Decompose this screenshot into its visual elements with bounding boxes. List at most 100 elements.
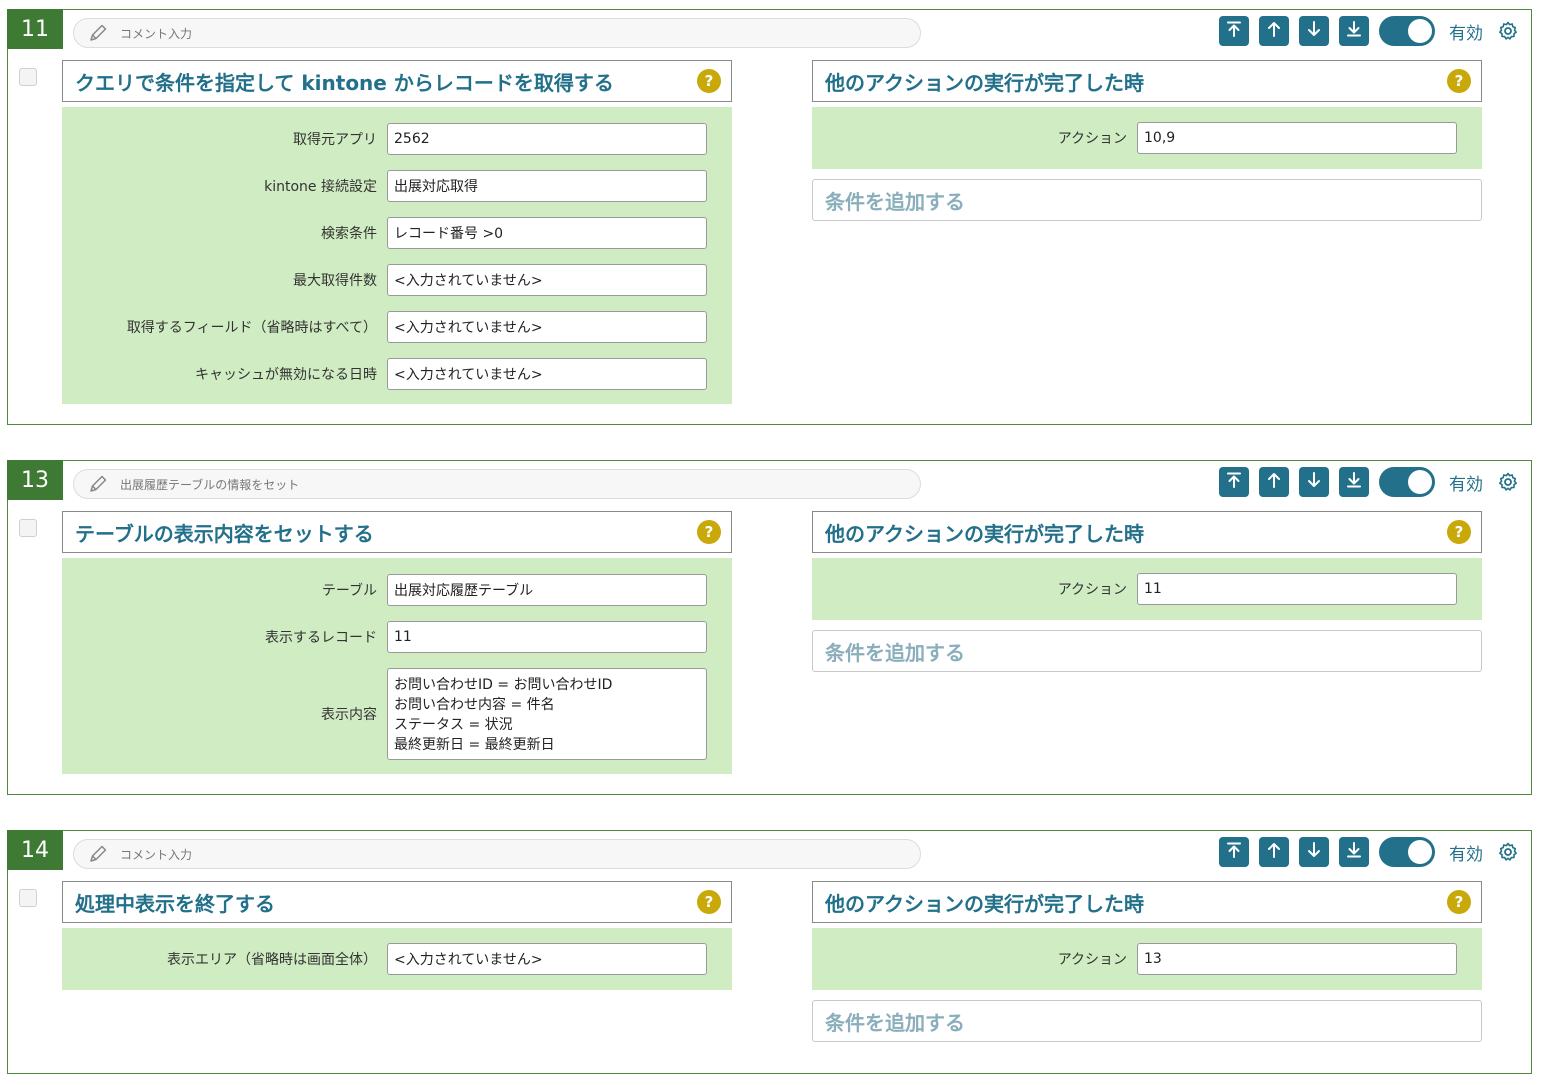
enable-toggle[interactable] — [1379, 837, 1435, 867]
action-block: 11 コメント入力 有効 クエリで条件を指定して kintone からレコードを… — [7, 9, 1532, 425]
help-icon[interactable]: ? — [697, 69, 721, 93]
comment-field[interactable]: コメント入力 — [73, 18, 921, 48]
field-textarea[interactable]: お問い合わせID = お問い合わせID お問い合わせ内容 = 件名 ステータス … — [387, 668, 707, 760]
trigger-title: 他のアクションの実行が完了した時 — [825, 521, 1144, 546]
field-label: kintone 接続設定 — [264, 179, 377, 195]
field-label: 取得するフィールド（省略時はすべて） — [126, 320, 377, 336]
field-input[interactable]: 2562 — [387, 123, 707, 155]
field-label: 取得元アプリ — [293, 132, 377, 148]
field-label: 表示するレコード — [265, 630, 377, 646]
trigger-label: アクション — [1057, 582, 1127, 598]
action-settings-panel: 取得元アプリ 2562 kintone 接続設定 出展対応取得 検索条件 レコード番号… — [62, 107, 732, 404]
block-number: 13 — [7, 460, 63, 500]
field-label: 最大取得件数 — [293, 273, 377, 289]
help-icon[interactable]: ? — [1447, 890, 1471, 914]
move-bottom-button[interactable] — [1339, 16, 1369, 46]
trigger-header[interactable]: 他のアクションの実行が完了した時 ? — [812, 511, 1482, 553]
move-top-button[interactable] — [1219, 16, 1249, 46]
action-title: テーブルの表示内容をセットする — [75, 521, 374, 546]
move-bottom-button[interactable] — [1339, 467, 1369, 497]
action-header[interactable]: 処理中表示を終了する ? — [62, 881, 732, 923]
field-label: キャッシュが無効になる日時 — [195, 367, 377, 383]
move-bottom-icon — [1345, 471, 1363, 493]
pencil-icon — [88, 23, 108, 43]
move-top-icon — [1225, 20, 1243, 42]
enabled-label: 有効 — [1449, 844, 1483, 865]
move-top-icon — [1225, 841, 1243, 863]
enabled-label: 有効 — [1449, 23, 1483, 44]
trigger-settings-panel: アクション 13 — [812, 928, 1482, 990]
field-label: 表示内容 — [321, 707, 377, 723]
add-condition-button[interactable]: 条件を追加する — [812, 1000, 1482, 1042]
move-up-button[interactable] — [1259, 16, 1289, 46]
help-icon[interactable]: ? — [697, 890, 721, 914]
trigger-label: アクション — [1057, 952, 1127, 968]
comment-field[interactable]: コメント入力 — [73, 839, 921, 869]
trigger-title: 他のアクションの実行が完了した時 — [825, 891, 1144, 916]
move-down-icon — [1305, 471, 1323, 493]
action-title: クエリで条件を指定して kintone からレコードを取得する — [75, 70, 614, 95]
help-icon[interactable]: ? — [1447, 69, 1471, 93]
move-up-icon — [1265, 20, 1283, 42]
gear-icon[interactable] — [1497, 20, 1519, 42]
move-top-button[interactable] — [1219, 837, 1249, 867]
field-input[interactable]: 出展対応履歴テーブル — [387, 574, 707, 606]
field-input[interactable]: 11 — [387, 621, 707, 653]
comment-text: コメント入力 — [120, 26, 193, 41]
enable-toggle[interactable] — [1379, 16, 1435, 46]
block-number: 11 — [7, 9, 63, 49]
enable-toggle[interactable] — [1379, 467, 1435, 497]
trigger-input[interactable]: 11 — [1137, 573, 1457, 605]
trigger-input[interactable]: 10,9 — [1137, 122, 1457, 154]
action-settings-panel: テーブル 出展対応履歴テーブル 表示するレコード 11 表示内容 お問い合わせID =… — [62, 558, 732, 774]
select-checkbox[interactable] — [19, 889, 37, 907]
help-icon[interactable]: ? — [1447, 520, 1471, 544]
move-bottom-button[interactable] — [1339, 837, 1369, 867]
action-header[interactable]: テーブルの表示内容をセットする ? — [62, 511, 732, 553]
move-bottom-icon — [1345, 20, 1363, 42]
block-toolbar: 有効 — [1209, 836, 1519, 868]
gear-icon[interactable] — [1497, 841, 1519, 863]
trigger-settings-panel: アクション 11 — [812, 558, 1482, 620]
add-condition-label: 条件を追加する — [825, 640, 965, 665]
select-checkbox[interactable] — [19, 519, 37, 537]
field-input[interactable]: <入力されていません> — [387, 943, 707, 975]
toggle-knob — [1408, 470, 1432, 494]
move-down-button[interactable] — [1299, 467, 1329, 497]
field-input[interactable]: <入力されていません> — [387, 264, 707, 296]
field-input[interactable]: 出展対応取得 — [387, 170, 707, 202]
action-title: 処理中表示を終了する — [75, 891, 275, 916]
action-block: 14 コメント入力 有効 処理中表示を終了する ? 表示エリア（省略時は画面全体… — [7, 830, 1532, 1074]
toggle-knob — [1408, 19, 1432, 43]
field-input[interactable]: レコード番号 >0 — [387, 217, 707, 249]
comment-text: 出展履歴テーブルの情報をセット — [120, 477, 300, 492]
field-label: 表示エリア（省略時は画面全体） — [167, 952, 377, 968]
add-condition-button[interactable]: 条件を追加する — [812, 179, 1482, 221]
comment-text: コメント入力 — [120, 847, 193, 862]
move-up-button[interactable] — [1259, 837, 1289, 867]
field-input[interactable]: <入力されていません> — [387, 358, 707, 390]
trigger-input[interactable]: 13 — [1137, 943, 1457, 975]
move-down-button[interactable] — [1299, 837, 1329, 867]
gear-icon[interactable] — [1497, 471, 1519, 493]
move-up-icon — [1265, 841, 1283, 863]
help-icon[interactable]: ? — [697, 520, 721, 544]
comment-field[interactable]: 出展履歴テーブルの情報をセット — [73, 469, 921, 499]
action-header[interactable]: クエリで条件を指定して kintone からレコードを取得する ? — [62, 60, 732, 102]
block-number: 14 — [7, 830, 63, 870]
pencil-icon — [88, 844, 108, 864]
move-down-button[interactable] — [1299, 16, 1329, 46]
action-block: 13 出展履歴テーブルの情報をセット 有効 テーブルの表示内容をセットする ? … — [7, 460, 1532, 795]
move-top-icon — [1225, 471, 1243, 493]
add-condition-button[interactable]: 条件を追加する — [812, 630, 1482, 672]
trigger-header[interactable]: 他のアクションの実行が完了した時 ? — [812, 60, 1482, 102]
move-bottom-icon — [1345, 841, 1363, 863]
select-checkbox[interactable] — [19, 68, 37, 86]
move-top-button[interactable] — [1219, 467, 1249, 497]
trigger-header[interactable]: 他のアクションの実行が完了した時 ? — [812, 881, 1482, 923]
move-up-button[interactable] — [1259, 467, 1289, 497]
add-condition-label: 条件を追加する — [825, 189, 965, 214]
field-input[interactable]: <入力されていません> — [387, 311, 707, 343]
trigger-settings-panel: アクション 10,9 — [812, 107, 1482, 169]
field-label: 検索条件 — [321, 226, 377, 242]
